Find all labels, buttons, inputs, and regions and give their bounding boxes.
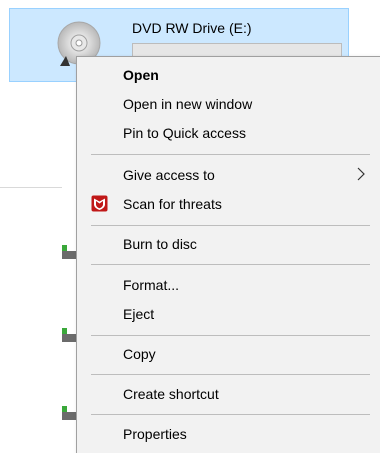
context-menu: Open Open in new window Pin to Quick acc…	[76, 56, 380, 453]
mcafee-shield-icon	[91, 195, 108, 212]
menu-item-give-access[interactable]: Give access to	[77, 163, 380, 187]
menu-item-label: Copy	[123, 346, 156, 362]
menu-item-label: Scan for threats	[123, 196, 222, 212]
menu-separator	[91, 225, 370, 226]
menu-item-copy[interactable]: Copy	[77, 342, 380, 366]
network-drive-icon	[62, 245, 76, 259]
menu-item-label: Give access to	[123, 167, 215, 183]
chevron-right-icon	[357, 167, 365, 181]
network-drive-icon	[62, 328, 76, 342]
drive-label: DVD RW Drive (E:)	[132, 20, 252, 36]
menu-separator	[91, 335, 370, 336]
menu-item-pin-quick-access[interactable]: Pin to Quick access	[77, 121, 380, 145]
menu-item-eject[interactable]: Eject	[77, 302, 380, 326]
menu-separator	[91, 414, 370, 415]
menu-item-label: Properties	[123, 426, 187, 442]
section-divider	[0, 187, 62, 188]
network-drive-icon	[62, 406, 76, 420]
menu-separator	[91, 374, 370, 375]
menu-item-properties[interactable]: Properties	[77, 422, 380, 446]
menu-separator	[91, 264, 370, 265]
menu-item-label: Format...	[123, 277, 180, 293]
menu-item-format[interactable]: Format...	[77, 273, 380, 297]
menu-item-label: Eject	[123, 306, 155, 322]
menu-item-label: Burn to disc	[123, 236, 197, 252]
menu-item-open-new-window[interactable]: Open in new window	[77, 92, 380, 116]
menu-item-scan-threats[interactable]: Scan for threats	[77, 192, 380, 216]
menu-item-burn-disc[interactable]: Burn to disc	[77, 232, 380, 256]
menu-separator	[91, 154, 370, 155]
menu-item-label: Open in new window	[123, 96, 253, 112]
menu-item-label: Create shortcut	[123, 386, 219, 402]
menu-item-create-shortcut[interactable]: Create shortcut	[77, 382, 380, 406]
menu-item-label: Open	[123, 67, 159, 83]
menu-item-label: Pin to Quick access	[123, 125, 246, 141]
menu-item-open[interactable]: Open	[77, 63, 380, 87]
